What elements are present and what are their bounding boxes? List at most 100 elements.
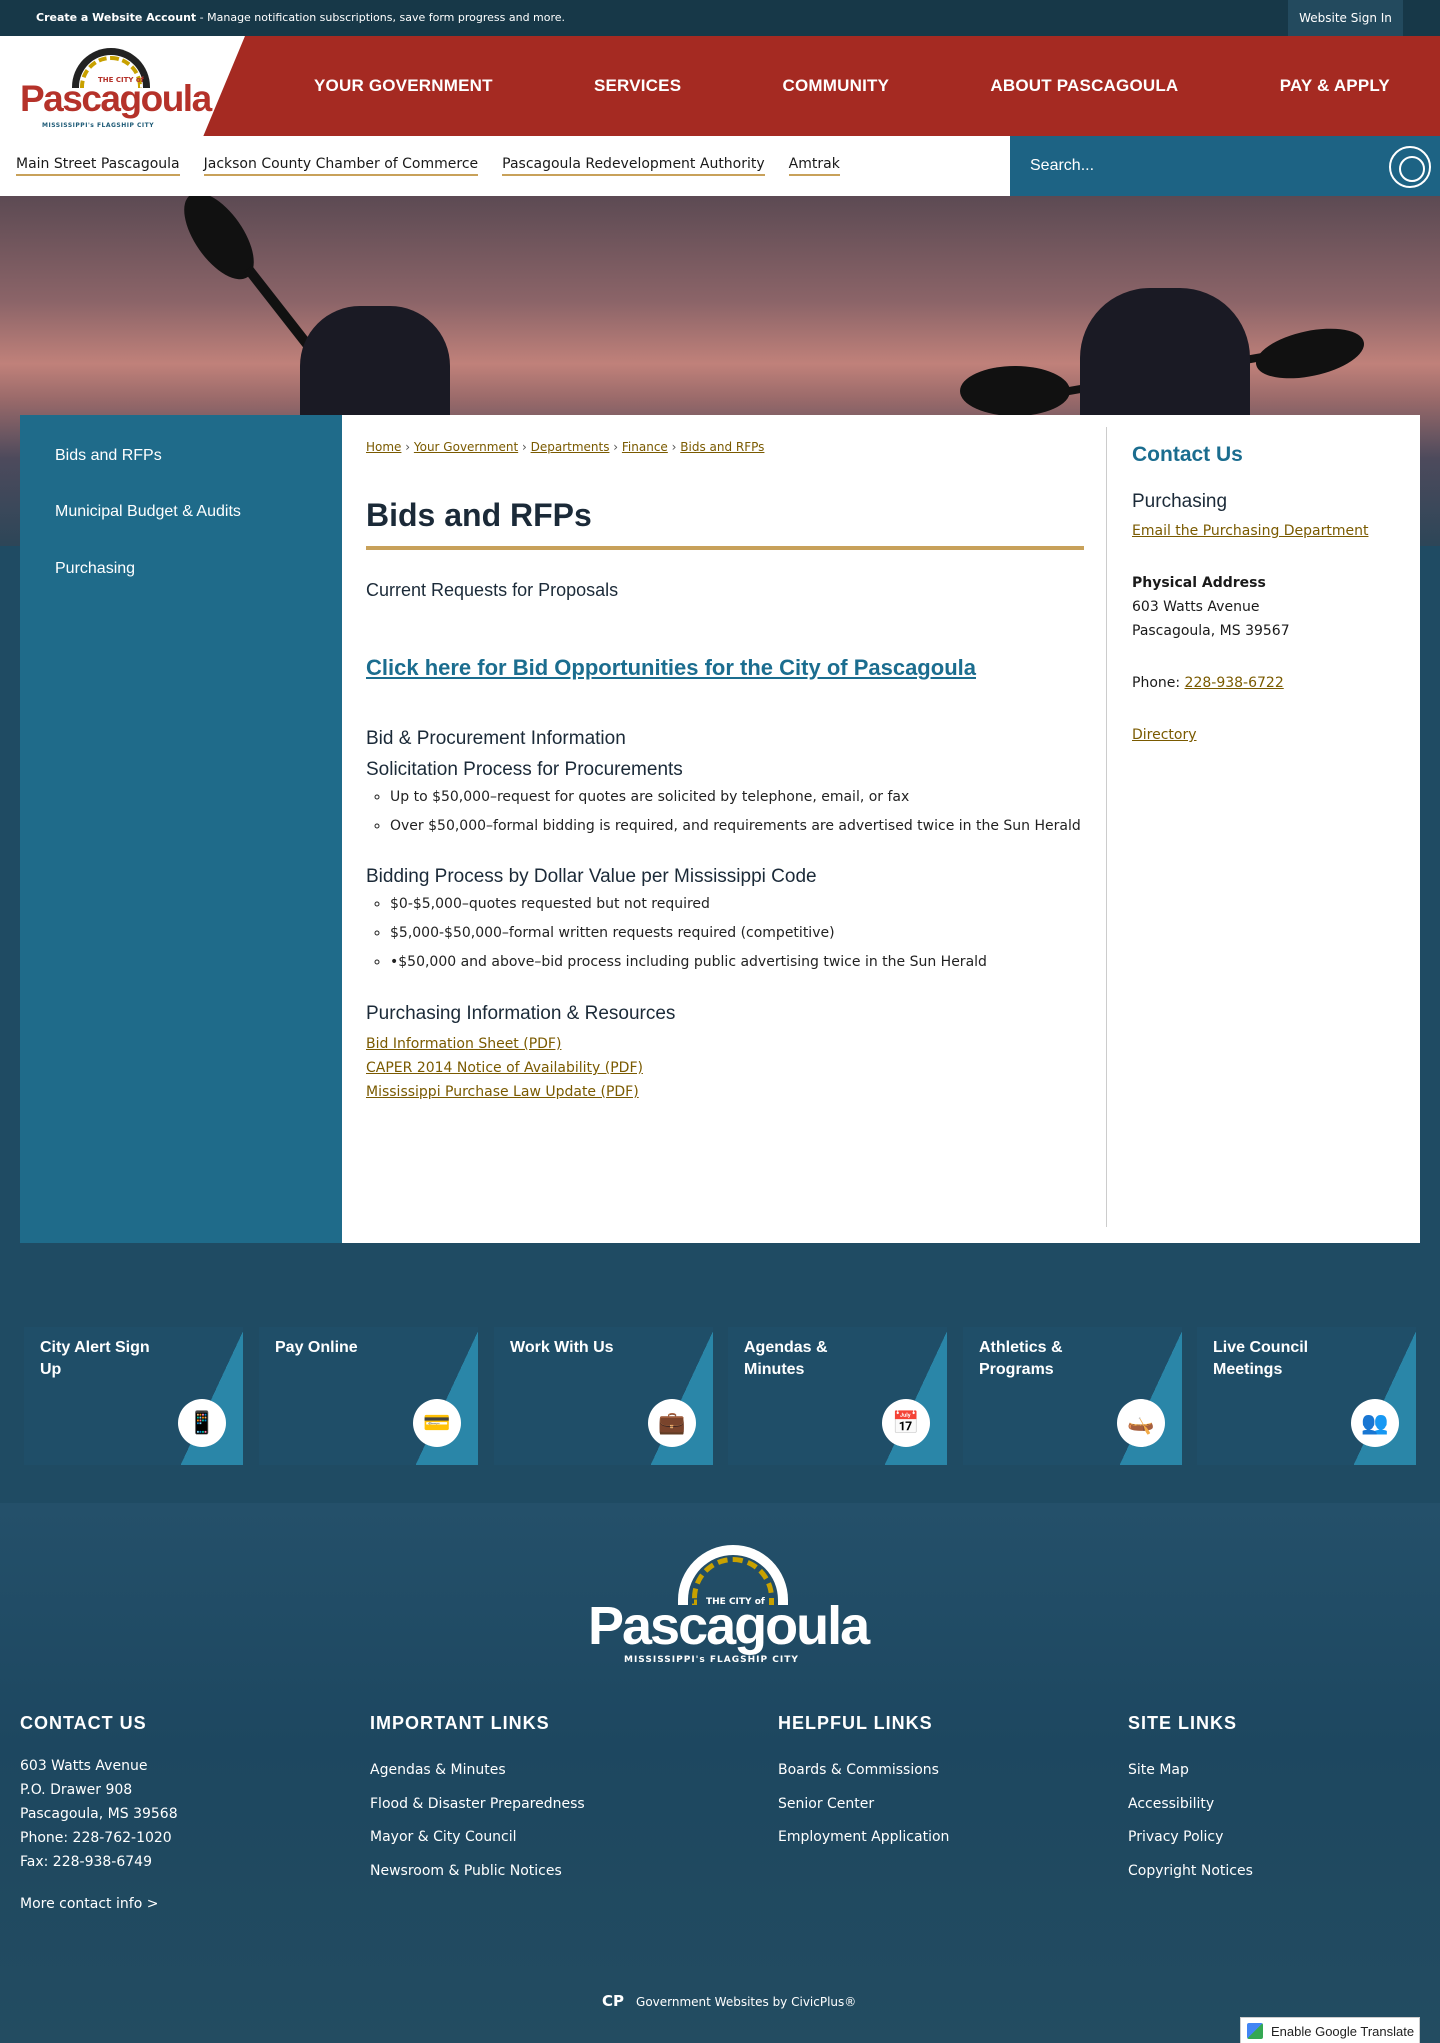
search-input[interactable] [1030,154,1370,178]
tile-city-alert[interactable]: City Alert Sign Up 📱 [24,1327,243,1465]
directory-link[interactable]: Directory [1132,727,1197,743]
column-divider [1106,427,1107,1227]
footer-contact-heading: CONTACT US [20,1713,147,1733]
physical-address-label: Physical Address [1132,575,1266,591]
bid-opportunities-link[interactable]: Click here for Bid Opportunities for the… [366,655,976,681]
footer-phone: Phone: 228-762-1020 [20,1830,172,1846]
briefcase-icon: 💼 [648,1399,696,1447]
tile-label: City Alert Sign Up [40,1339,150,1378]
phone-alert-icon: 📱 [178,1399,226,1447]
sidenav-purchasing[interactable]: Purchasing [55,560,135,578]
breadcrumb-departments[interactable]: Departments [531,440,610,454]
page-title: Bids and RFPs [366,497,592,533]
breadcrumb-bids-rfps[interactable]: Bids and RFPs [680,440,764,454]
civicplus-credit[interactable]: CP Government Websites by CivicPlus® [602,1992,856,2010]
logo-subtitle: MISSISSIPPI's FLAGSHIP CITY [42,122,155,129]
important-links-heading: IMPORTANT LINKS [370,1713,550,1733]
link-main-street[interactable]: Main Street Pascagoula [16,156,180,176]
list-item: Up to $50,000–request for quotes are sol… [390,789,1081,805]
search-icon[interactable] [1389,146,1431,188]
logo-subtitle: MISSISSIPPI's FLAGSHIP CITY [624,1655,799,1665]
footer-link-senior-center[interactable]: Senior Center [778,1788,949,1822]
paddle-shape [1251,320,1369,387]
contact-department: Purchasing [1132,491,1228,512]
secondary-nav: Bids and RFPs Municipal Budget & Audits … [20,415,342,1243]
breadcrumb-finance[interactable]: Finance [622,440,668,454]
tile-live-council-meetings[interactable]: Live Council Meetings 👥 [1197,1327,1416,1465]
create-account-link[interactable]: Create a Website Account [36,11,196,24]
footer-link-boards[interactable]: Boards & Commissions [778,1754,949,1788]
footer-link-mayor-council[interactable]: Mayor & City Council [370,1821,585,1855]
nav-pay-apply[interactable]: PAY & APPLY [1280,76,1390,96]
google-translate-button[interactable]: Enable Google Translate [1240,2017,1420,2043]
footer-fax: Fax: 228-938-6749 [20,1854,152,1870]
footer-site-links: SITE LINKS Site Map Accessibility Privac… [1128,1713,1253,1888]
footer-link-accessibility[interactable]: Accessibility [1128,1788,1253,1822]
footer-link-privacy[interactable]: Privacy Policy [1128,1821,1253,1855]
site-footer: THE CITY of Pascagoula MISSISSIPPI's FLA… [0,1503,1440,2043]
tile-agendas-minutes[interactable]: Agendas & Minutes 📅 [728,1327,947,1465]
footer-link-newsroom[interactable]: Newsroom & Public Notices [370,1855,585,1889]
tile-pay-online[interactable]: Pay Online 💳 [259,1327,478,1465]
create-account-message[interactable]: Create a Website Account - Manage notifi… [36,11,565,24]
tile-label: Pay Online [275,1339,358,1356]
helpful-links-heading: HELPFUL LINKS [778,1713,933,1733]
credit-card-icon: 💳 [413,1399,461,1447]
solicitation-heading: Solicitation Process for Procurements [366,759,683,780]
civicplus-icon: CP [602,1992,625,2010]
footer-link-agendas[interactable]: Agendas & Minutes [370,1754,585,1788]
resource-links: Bid Information Sheet (PDF) CAPER 2014 N… [366,1032,643,1104]
calendar-icon: 📅 [882,1399,930,1447]
solicitation-list: Up to $50,000–request for quotes are sol… [390,789,1081,847]
footer-link-employment[interactable]: Employment Application [778,1821,949,1855]
translate-label: Enable Google Translate [1271,2023,1415,2039]
city-logo[interactable]: THE CITY of Pascagoula MISSISSIPPI's FLA… [20,48,212,129]
quick-links-bar: Main Street Pascagoula Jackson County Ch… [0,136,1010,196]
logo-container[interactable]: THE CITY of Pascagoula MISSISSIPPI's FLA… [0,36,245,136]
logo-name: Pascagoula [20,78,212,119]
tile-athletics-programs[interactable]: Athletics & Programs 🛶 [963,1327,1182,1465]
breadcrumb-your-government[interactable]: Your Government [414,440,518,454]
footer-logo[interactable]: THE CITY of Pascagoula MISSISSIPPI's FLA… [588,1545,870,1665]
more-contact-info-link[interactable]: More contact info > [20,1896,178,1912]
footer-address-line: 603 Watts Avenue [20,1758,148,1774]
civicplus-text: Government Websites by CivicPlus® [636,1995,857,2009]
tile-work-with-us[interactable]: Work With Us 💼 [494,1327,713,1465]
footer-important-links: IMPORTANT LINKS Agendas & Minutes Flood … [370,1713,585,1888]
main-content: Home › Your Government › Departments › F… [342,415,1420,1243]
footer-link-flood-disaster[interactable]: Flood & Disaster Preparedness [370,1788,585,1822]
bid-information-sheet-link[interactable]: Bid Information Sheet (PDF) [366,1032,643,1056]
breadcrumb-home[interactable]: Home [366,440,401,454]
tile-label: Agendas & Minutes [744,1339,828,1378]
caper-notice-link[interactable]: CAPER 2014 Notice of Availability (PDF) [366,1056,643,1080]
nav-community[interactable]: COMMUNITY [783,76,890,96]
footer-link-copyright[interactable]: Copyright Notices [1128,1855,1253,1889]
google-translate-icon [1247,2023,1263,2039]
link-chamber-of-commerce[interactable]: Jackson County Chamber of Commerce [203,156,479,176]
resources-heading: Purchasing Information & Resources [366,1003,676,1024]
site-header: THE CITY of Pascagoula MISSISSIPPI's FLA… [0,36,1440,136]
paddle-shape [960,366,1070,416]
sidenav-municipal-budget[interactable]: Municipal Budget & Audits [55,503,241,521]
main-nav: YOUR GOVERNMENT SERVICES COMMUNITY ABOUT… [270,36,1440,136]
link-amtrak[interactable]: Amtrak [788,156,840,176]
footer-helpful-links: HELPFUL LINKS Boards & Commissions Senio… [778,1713,949,1855]
address-line-2: Pascagoula, MS 39567 [1132,623,1290,639]
footer-link-site-map[interactable]: Site Map [1128,1754,1253,1788]
search-bar [1010,136,1440,196]
site-links-heading: SITE LINKS [1128,1713,1238,1733]
nav-services[interactable]: SERVICES [594,76,681,96]
purchase-law-update-link[interactable]: Mississippi Purchase Law Update (PDF) [366,1080,643,1104]
nav-about-pascagoula[interactable]: ABOUT PASCAGOULA [990,76,1178,96]
nav-your-government[interactable]: YOUR GOVERNMENT [314,76,493,96]
link-redevelopment-authority[interactable]: Pascagoula Redevelopment Authority [502,156,765,176]
current-rfp-heading: Current Requests for Proposals [366,580,619,600]
list-item: •$50,000 and above–bid process including… [390,954,987,970]
phone-link[interactable]: 228-938-6722 [1185,675,1284,691]
website-sign-in-button[interactable]: Website Sign In [1288,0,1403,36]
breadcrumb: Home › Your Government › Departments › F… [366,440,765,454]
email-purchasing-link[interactable]: Email the Purchasing Department [1132,523,1369,539]
bidding-list: $0-$5,000–quotes requested but not requi… [390,896,987,983]
title-underline [366,546,1084,550]
sidenav-bids-rfps[interactable]: Bids and RFPs [55,447,162,465]
